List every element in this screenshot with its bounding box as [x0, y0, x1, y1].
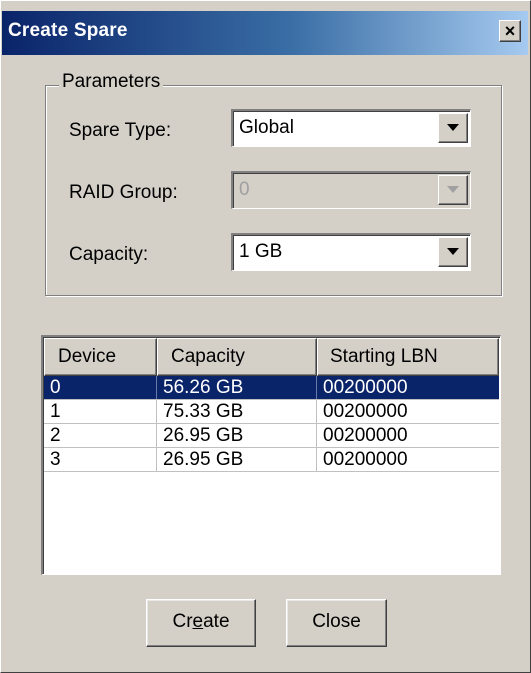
- close-button[interactable]: Close: [286, 599, 387, 647]
- lbn-cell: 00200000: [323, 401, 408, 422]
- column-header-capacity[interactable]: Capacity: [157, 338, 317, 376]
- capacity-dropdown[interactable]: 1 GB: [231, 233, 471, 271]
- spare-type-dropdown-button[interactable]: [438, 113, 468, 143]
- raid-group-dropdown-button: [438, 175, 468, 205]
- capacity-cell: 75.33 GB: [157, 400, 317, 423]
- chevron-down-icon: [447, 248, 459, 255]
- parameters-legend: Parameters: [59, 71, 164, 93]
- title-bar[interactable]: Create Spare ×: [2, 11, 528, 55]
- spare-type-value: Global: [239, 117, 294, 138]
- table-row[interactable]: 2 26.95 GB 00200000: [44, 424, 499, 448]
- spare-type-dropdown[interactable]: Global: [231, 109, 471, 147]
- raid-group-value: 0: [239, 179, 250, 200]
- device-cell: 1: [44, 400, 157, 423]
- lbn-cell: 00200000: [323, 377, 408, 398]
- create-button-label-pre: Cr: [172, 611, 193, 632]
- capacity-label: Capacity:: [69, 244, 149, 265]
- device-cell: 0: [44, 376, 157, 399]
- capacity-cell: 26.95 GB: [157, 448, 317, 471]
- create-button[interactable]: Create: [146, 599, 256, 647]
- capacity-cell: 26.95 GB: [157, 424, 317, 447]
- raid-group-dropdown: 0: [231, 171, 471, 209]
- window-title: Create Spare: [8, 20, 128, 41]
- capacity-value: 1 GB: [239, 241, 283, 262]
- capacity-dropdown-button[interactable]: [438, 237, 468, 267]
- device-cell: 2: [44, 424, 157, 447]
- table-row[interactable]: 0 56.26 GB 00200000: [44, 376, 499, 400]
- raid-group-label: RAID Group:: [69, 182, 178, 203]
- lbn-cell: 00200000: [323, 425, 408, 446]
- create-spare-dialog: Create Spare × Parameters Spare Type: Gl…: [0, 0, 531, 673]
- capacity-cell: 56.26 GB: [157, 376, 317, 399]
- close-window-button[interactable]: ×: [499, 20, 521, 42]
- create-button-label-post: ate: [203, 611, 230, 632]
- table-row[interactable]: 3 26.95 GB 00200000: [44, 448, 499, 472]
- lbn-cell: 00200000: [323, 449, 408, 470]
- chevron-down-icon: [447, 124, 459, 131]
- column-header-starting-lbn[interactable]: Starting LBN: [317, 338, 499, 376]
- device-cell: 3: [44, 448, 157, 471]
- device-table[interactable]: Device Capacity Starting LBN 0 56.26 GB …: [41, 335, 501, 575]
- spare-type-label: Spare Type:: [69, 120, 172, 141]
- chevron-down-icon: [447, 186, 459, 193]
- create-button-mnemonic: e: [192, 611, 204, 632]
- column-header-device[interactable]: Device: [44, 338, 157, 376]
- table-row[interactable]: 1 75.33 GB 00200000: [44, 400, 499, 424]
